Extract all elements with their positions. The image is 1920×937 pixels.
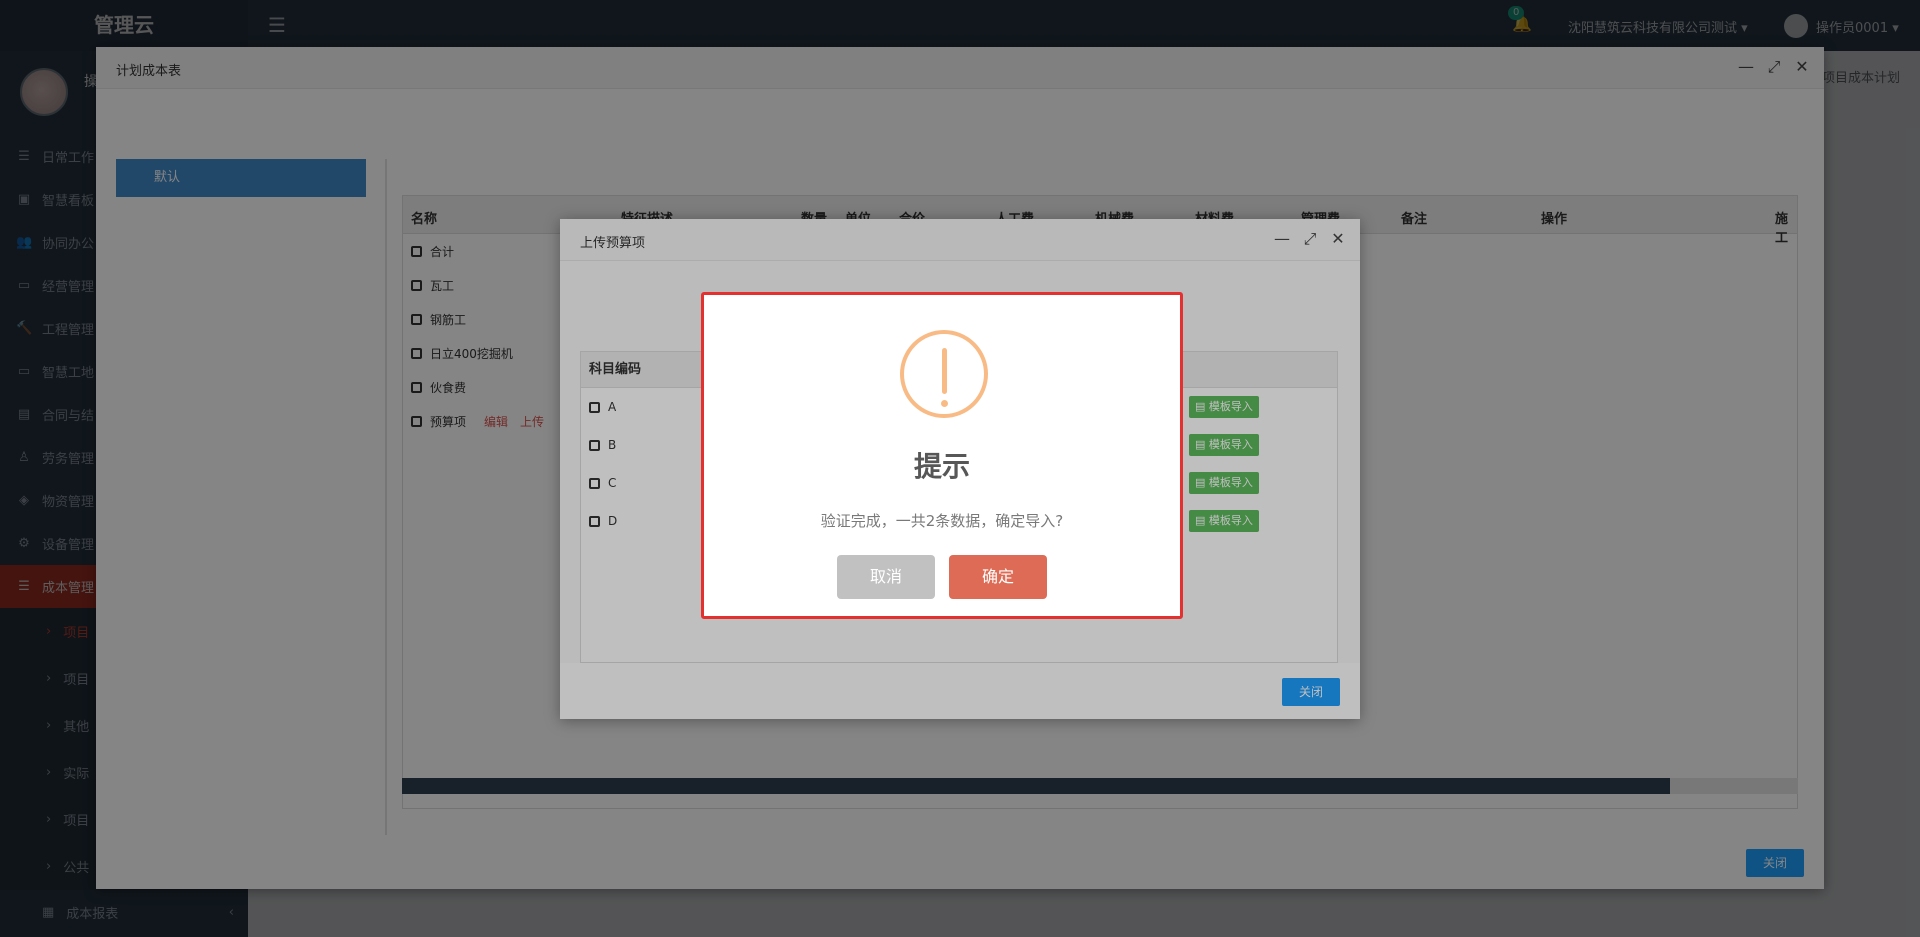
confirm-dialog: 提示 验证完成，一共2条数据，确定导入? 取消 确定 <box>701 292 1183 619</box>
confirm-button[interactable]: 确定 <box>949 555 1047 599</box>
warning-icon-dot <box>941 400 948 407</box>
cancel-button[interactable]: 取消 <box>837 555 935 599</box>
dialog-message: 验证完成，一共2条数据，确定导入? <box>820 512 1064 530</box>
dialog-buttons: 取消 确定 <box>704 555 1180 599</box>
warning-icon <box>900 330 988 418</box>
warning-icon-bar <box>942 348 947 394</box>
dialog-title: 提示 <box>913 450 970 483</box>
